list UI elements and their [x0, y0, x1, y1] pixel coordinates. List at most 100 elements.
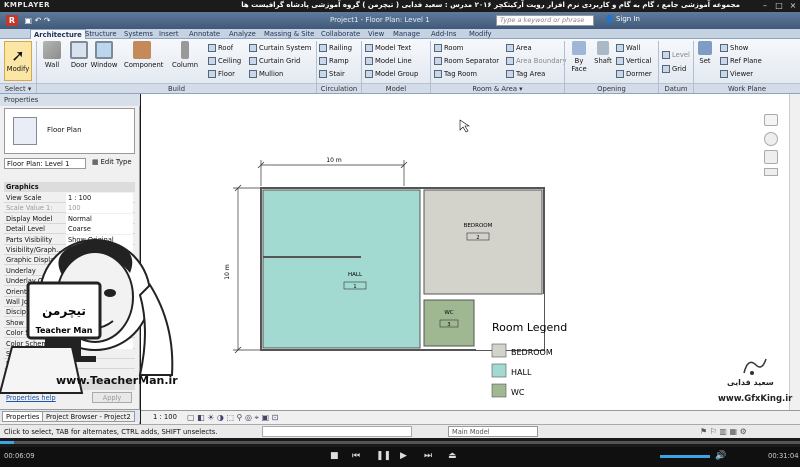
undo-icon[interactable]: ↶	[35, 16, 42, 25]
drawing-canvas[interactable]: 10 m 10 m HALL 1 BEDROOM 2 WC 3 Room Leg…	[141, 94, 800, 424]
selection-filter-icons[interactable]: ⚑ ⚐ ▥ ▦ ⚙	[700, 427, 747, 436]
tab-view[interactable]: View	[365, 29, 387, 39]
shaft-button[interactable]: Shaft	[591, 39, 615, 65]
by-face-button[interactable]: By Face	[566, 39, 592, 73]
player-title-bar: KMPLAYER مجموعه آموزشی جامع ، گام به گام…	[0, 0, 800, 12]
dormer-button[interactable]: Dormer	[616, 68, 652, 80]
ceiling-button[interactable]: Ceiling	[208, 55, 241, 67]
floor-icon	[208, 70, 216, 78]
maximize-icon[interactable]: □	[774, 1, 784, 11]
play-icon[interactable]: ▶	[400, 451, 407, 461]
viewer-button[interactable]: Viewer	[720, 68, 753, 80]
vertical-scrollbar[interactable]	[789, 94, 800, 410]
tab-insert[interactable]: Insert	[156, 29, 182, 39]
tab-project-browser[interactable]: Project Browser - Project2	[42, 411, 135, 422]
tab-massing-site[interactable]: Massing & Site	[261, 29, 317, 39]
navigation-bar[interactable]	[764, 114, 782, 194]
area-button[interactable]: Area	[506, 42, 532, 54]
quick-access-toolbar[interactable]: R ▣ ↶ ↷	[6, 15, 51, 26]
column-button[interactable]: Column	[170, 39, 200, 69]
next-icon[interactable]: ⏭	[424, 451, 432, 461]
model-line-button[interactable]: Model Line	[365, 55, 412, 67]
panel-room-area[interactable]: Room & Area ▾	[431, 83, 564, 93]
search-input[interactable]: Type a keyword or phrase	[496, 15, 594, 26]
property-row[interactable]: Detail Level Coarse	[4, 224, 135, 235]
property-value[interactable]: Coarse	[66, 224, 133, 235]
view-cube-icon[interactable]	[764, 114, 778, 126]
level-icon	[662, 51, 670, 59]
tab-annotate[interactable]: Annotate	[186, 29, 223, 39]
tab-manage[interactable]: Manage	[390, 29, 423, 39]
redo-icon[interactable]: ↷	[44, 16, 51, 25]
mullion-button[interactable]: Mullion	[249, 68, 283, 80]
level-button[interactable]: Level	[662, 49, 690, 61]
steering-wheel-icon[interactable]	[764, 132, 778, 146]
grid-button[interactable]: Grid	[662, 63, 686, 75]
modify-button[interactable]: ➚ Modify	[4, 41, 32, 81]
eject-icon[interactable]: ⏏	[448, 451, 457, 461]
wall-button[interactable]: Wall	[37, 39, 67, 69]
minimize-icon[interactable]: –	[760, 1, 770, 11]
room-bedroom[interactable]	[423, 189, 543, 295]
room-hall[interactable]	[262, 189, 421, 349]
stair-button[interactable]: Stair	[319, 68, 345, 80]
pause-icon[interactable]: ❚❚	[376, 451, 391, 461]
type-selector[interactable]: Floor Plan	[4, 108, 135, 154]
zoom-icon[interactable]	[764, 150, 778, 164]
property-value[interactable]: 100	[66, 203, 133, 214]
model-text-button[interactable]: Model Text	[365, 42, 411, 54]
group-graphics[interactable]: Graphics	[4, 182, 135, 192]
nav-options-icon[interactable]	[764, 168, 778, 176]
room-button[interactable]: Room	[434, 42, 463, 54]
set-button[interactable]: Set	[694, 39, 716, 65]
ribbon: ➚ Modify Select ▾ Wall Door Window Compo…	[0, 39, 800, 94]
area-boundary-button[interactable]: Area Boundary	[506, 55, 567, 67]
show-button[interactable]: Show	[720, 42, 748, 54]
tab-structure[interactable]: Structure	[82, 29, 120, 39]
wall-opening-button[interactable]: Wall	[616, 42, 640, 54]
tag-room-button[interactable]: Tag Room	[434, 68, 477, 80]
property-value[interactable]: Normal	[66, 213, 133, 224]
volume-slider[interactable]	[660, 455, 710, 458]
property-value[interactable]: 1 : 100	[66, 193, 133, 203]
component-button[interactable]: Component	[124, 39, 163, 69]
tab-systems[interactable]: Systems	[121, 29, 156, 39]
model-group-button[interactable]: Model Group	[365, 68, 418, 80]
close-icon[interactable]: ×	[788, 1, 798, 11]
instance-dropdown[interactable]: Floor Plan: Level 1	[4, 158, 86, 169]
tab-architecture[interactable]: Architecture	[30, 29, 86, 39]
tab-analyze[interactable]: Analyze	[226, 29, 259, 39]
save-icon[interactable]: ▣	[25, 16, 33, 25]
roof-button[interactable]: Roof	[208, 42, 233, 54]
previous-icon[interactable]: ⏮	[352, 451, 360, 461]
window-button[interactable]: Window	[89, 39, 119, 69]
property-row[interactable]: Display Model Normal	[4, 213, 135, 224]
workset-field[interactable]	[262, 426, 412, 437]
ref-plane-button[interactable]: Ref Plane	[720, 55, 762, 67]
stop-icon[interactable]: ■	[330, 451, 339, 461]
view-control-icons[interactable]: ▢ ◧ ☀ ◑ ⬚ ⚲ ◎ ⌖ ▣ ⊡	[187, 413, 278, 423]
edit-type-button[interactable]: ▦ Edit Type	[92, 158, 132, 166]
property-key: Display Model	[6, 214, 53, 223]
property-row[interactable]: View Scale 1 : 100	[4, 193, 135, 203]
tab-add-ins[interactable]: Add-Ins	[428, 29, 459, 39]
floor-button[interactable]: Floor	[208, 68, 235, 80]
revit-logo-icon[interactable]: R	[6, 15, 18, 26]
sign-in-button[interactable]: 👤 Sign In	[605, 15, 640, 23]
curtain-system-button[interactable]: Curtain System	[249, 42, 311, 54]
vertical-button[interactable]: Vertical	[616, 55, 651, 67]
main-model-dropdown[interactable]: Main Model	[448, 426, 538, 437]
ramp-button[interactable]: Ramp	[319, 55, 349, 67]
room-separator-button[interactable]: Room Separator	[434, 55, 499, 67]
tab-properties[interactable]: Properties	[2, 411, 44, 422]
curtain-grid-button[interactable]: Curtain Grid	[249, 55, 300, 67]
view-scale[interactable]: 1 : 100	[153, 413, 177, 421]
property-row[interactable]: Scale Value 1: 100	[4, 203, 135, 214]
tab-modify[interactable]: Modify	[466, 29, 495, 39]
tab-collaborate[interactable]: Collaborate	[318, 29, 363, 39]
panel-select[interactable]: Select ▾	[0, 83, 36, 93]
railing-button[interactable]: Railing	[319, 42, 352, 54]
tag-area-button[interactable]: Tag Area	[506, 68, 545, 80]
seek-bar[interactable]	[0, 438, 800, 447]
volume-icon[interactable]: 🔊	[715, 451, 726, 461]
